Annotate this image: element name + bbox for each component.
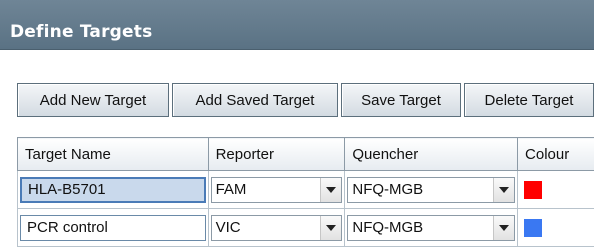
chevron-down-icon[interactable] [493,215,515,240]
column-header-colour[interactable]: Colour [517,137,594,171]
reporter-value: FAM [215,181,247,198]
column-header-reporter[interactable]: Reporter [207,137,346,171]
chevron-down-icon[interactable] [320,215,342,240]
reporter-select[interactable]: FAM [210,176,343,203]
panel-header: Define Targets [0,0,594,50]
target-name-field[interactable]: HLA-B5701 [20,176,206,203]
delete-target-button[interactable]: Delete Target [464,83,594,117]
quencher-value: NFQ-MGB [352,219,424,236]
chevron-down-icon[interactable] [320,177,342,202]
quencher-select[interactable]: NFQ-MGB [347,176,516,203]
save-target-button[interactable]: Save Target [341,83,461,117]
target-name-field[interactable]: PCR control [20,214,206,241]
targets-table: Target Name Reporter Quencher Colour HLA… [17,137,594,247]
add-saved-target-button[interactable]: Add Saved Target [172,83,338,117]
colour-swatch[interactable] [524,180,543,199]
quencher-value: NFQ-MGB [352,181,424,198]
chevron-down-icon[interactable] [493,177,515,202]
add-new-target-button[interactable]: Add New Target [17,83,169,117]
column-header-target-name[interactable]: Target Name [17,137,209,171]
column-header-quencher[interactable]: Quencher [344,137,519,171]
reporter-select[interactable]: VIC [210,214,343,241]
table-row[interactable]: HLA-B5701 FAM NFQ-MGB [17,170,594,209]
colour-swatch[interactable] [524,218,543,237]
table-header-row: Target Name Reporter Quencher Colour [17,137,594,171]
quencher-select[interactable]: NFQ-MGB [347,214,516,241]
panel-title: Define Targets [10,22,153,42]
toolbar: Add New Target Add Saved Target Save Tar… [17,83,594,119]
table-row[interactable]: PCR control VIC NFQ-MGB [17,208,594,247]
reporter-value: VIC [215,219,241,236]
